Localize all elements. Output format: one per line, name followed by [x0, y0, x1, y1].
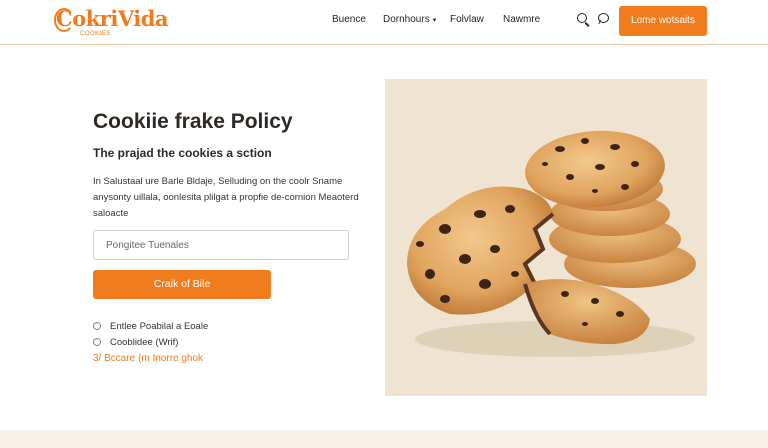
header-cta-button[interactable]: Lome wotsaits	[619, 6, 707, 36]
logo-wordmark: CokriVida	[56, 6, 169, 31]
nav-item-label: Dornhours	[383, 14, 430, 25]
primary-action-button[interactable]: Craik of Bile	[93, 270, 271, 299]
page-title: Cookiie frake Policy	[93, 110, 293, 133]
section-subtitle: The prajad the cookies a sction	[93, 146, 272, 160]
site-header: CokriVida COOKIES Buence Dornhours ▾ Folv…	[0, 0, 768, 45]
nav-item-label: Buence	[332, 14, 366, 25]
nav-item-dornhours[interactable]: Dornhours ▾	[383, 14, 436, 25]
nav-item-label: Nawmre	[503, 14, 541, 25]
cookies-illustration	[407, 130, 696, 357]
option-label: Entlee Poabilal a Eoale	[110, 320, 209, 332]
chat-button[interactable]	[596, 11, 612, 29]
nav-item-nawmre[interactable]: Nawmre	[503, 14, 540, 25]
footer-strip	[0, 430, 768, 448]
search-button[interactable]	[576, 11, 592, 29]
nav-item-buence[interactable]: Buence	[332, 14, 366, 25]
logo-tagline: COOKIES	[80, 31, 111, 37]
chat-bubble-icon	[598, 13, 609, 23]
option-row[interactable]: Entlee Poabilal a Eoale	[93, 319, 208, 333]
option-row[interactable]: Cooblidee (Wrif)	[93, 335, 178, 349]
cookie-hero-image	[385, 79, 707, 396]
chevron-down-icon: ▾	[432, 17, 437, 24]
radio-button[interactable]	[93, 322, 101, 330]
nav-item-label: Folvlaw	[450, 14, 484, 25]
learn-more-link[interactable]: 3/ Bccare (m Inorre ghok	[93, 353, 203, 364]
preferences-input[interactable]	[93, 230, 349, 260]
intro-paragraph: In Salustaal ure Barle Bldaje, Selluding…	[93, 176, 359, 219]
radio-button[interactable]	[93, 338, 101, 346]
nav-item-folvlaw[interactable]: Folvlaw	[450, 14, 484, 25]
search-icon	[577, 13, 587, 23]
option-label: Cooblidee (Wrif)	[110, 336, 179, 348]
brand-logo[interactable]: CokriVida COOKIES	[52, 4, 172, 42]
